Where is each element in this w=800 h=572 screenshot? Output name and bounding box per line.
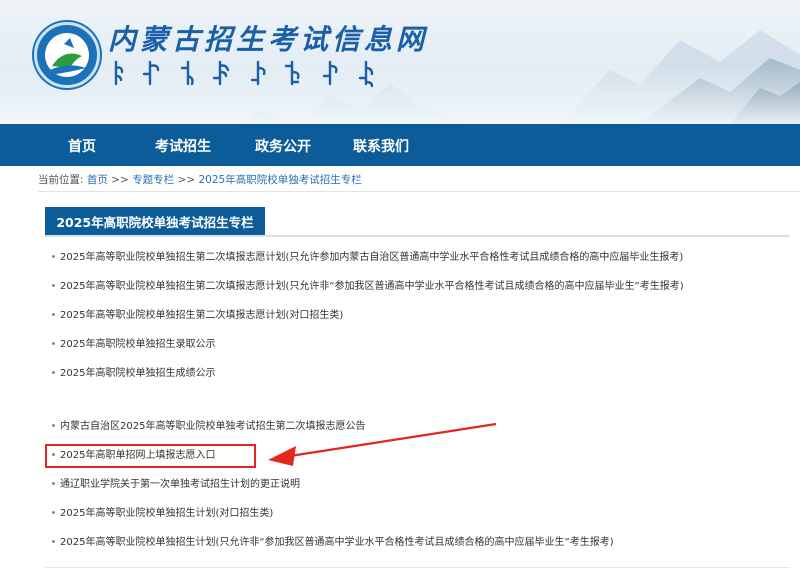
bullet-icon (52, 510, 55, 514)
list-item[interactable]: 2025年高等职业院校单独招生计划(对口招生类) (52, 506, 273, 522)
list-item[interactable]: 2025年高职院校单独招生录取公示 (52, 337, 215, 353)
list-item[interactable]: 内蒙古自治区2025年高等职业院校单独考试招生第二次填报志愿公告 (52, 419, 365, 435)
bullet-icon (52, 283, 55, 287)
site-logo[interactable] (34, 22, 100, 88)
list-bottom-divider (45, 567, 790, 568)
bullet-icon (52, 481, 55, 485)
section-title: 2025年高职院校单独考试招生专栏 (45, 207, 265, 235)
breadcrumb-separator: >> (111, 174, 129, 186)
bullet-icon (52, 423, 55, 427)
list-item-link[interactable]: 2025年高职院校单独招生成绩公示 (60, 368, 215, 379)
list-item[interactable]: 2025年高等职业院校单独招生第二次填报志愿计划(只允许参加内蒙古自治区普通高中… (52, 250, 683, 266)
list-item[interactable]: 2025年高等职业院校单独招生第二次填报志愿计划(对口招生类) (52, 308, 343, 324)
list-item[interactable]: 2025年高等职业院校单独招生计划(只允许非“参加我区普通高中学业水平合格性考试… (52, 535, 614, 551)
nav-item-home[interactable]: 首页 (68, 136, 96, 156)
nav-item-gov-affairs[interactable]: 政务公开 (255, 136, 311, 156)
header-banner: 内蒙古招生考试信息网 (0, 0, 800, 124)
bullet-icon (52, 341, 55, 345)
list-item[interactable]: 2025年高等职业院校单独招生第二次填报志愿计划(只允许非“参加我区普通高中学业… (52, 279, 684, 295)
section-divider (45, 235, 790, 237)
bullet-icon (52, 370, 55, 374)
site-title: 内蒙古招生考试信息网 (108, 23, 429, 56)
list-item-link[interactable]: 2025年高等职业院校单独招生计划(对口招生类) (60, 508, 273, 519)
list-item-link[interactable]: 通辽职业学院关于第一次单独考试招生计划的更正说明 (60, 479, 300, 490)
list-item-link[interactable]: 内蒙古自治区2025年高等职业院校单独考试招生第二次填报志愿公告 (60, 421, 365, 432)
list-item-link[interactable]: 2025年高等职业院校单独招生计划(只允许非“参加我区普通高中学业水平合格性考试… (60, 537, 614, 548)
list-item-link[interactable]: 2025年高等职业院校单独招生第二次填报志愿计划(只允许非“参加我区普通高中学业… (60, 281, 684, 292)
breadcrumb-separator: >> (177, 174, 196, 186)
nav-item-exams[interactable]: 考试招生 (155, 136, 211, 156)
breadcrumb-prefix: 当前位置: (38, 174, 84, 186)
list-item[interactable]: 2025年高职院校单独招生成绩公示 (52, 366, 215, 382)
breadcrumb-home-link[interactable]: 首页 (87, 174, 108, 186)
breadcrumb-divider (38, 191, 800, 192)
highlight-box (45, 444, 256, 468)
breadcrumb-topic-link[interactable]: 专题专栏 (132, 174, 174, 186)
main-nav: 首页 考试招生 政务公开 联系我们 (0, 124, 800, 166)
list-item-link[interactable]: 2025年高等职业院校单独招生第二次填报志愿计划(只允许参加内蒙古自治区普通高中… (60, 252, 683, 263)
bullet-icon (52, 312, 55, 316)
mongolian-script-logo (114, 60, 374, 88)
list-item[interactable]: 通辽职业学院关于第一次单独考试招生计划的更正说明 (52, 477, 300, 493)
bullet-icon (52, 539, 55, 543)
breadcrumb: 当前位置: 首页 >> 专题专栏 >> 2025年高职院校单独考试招生专栏 (38, 172, 362, 190)
list-item-link[interactable]: 2025年高职院校单独招生录取公示 (60, 339, 215, 350)
breadcrumb-current-link[interactable]: 2025年高职院校单独考试招生专栏 (198, 174, 361, 186)
bullet-icon (52, 254, 55, 258)
nav-item-contact[interactable]: 联系我们 (353, 136, 409, 156)
list-item-link[interactable]: 2025年高等职业院校单独招生第二次填报志愿计划(对口招生类) (60, 310, 343, 321)
